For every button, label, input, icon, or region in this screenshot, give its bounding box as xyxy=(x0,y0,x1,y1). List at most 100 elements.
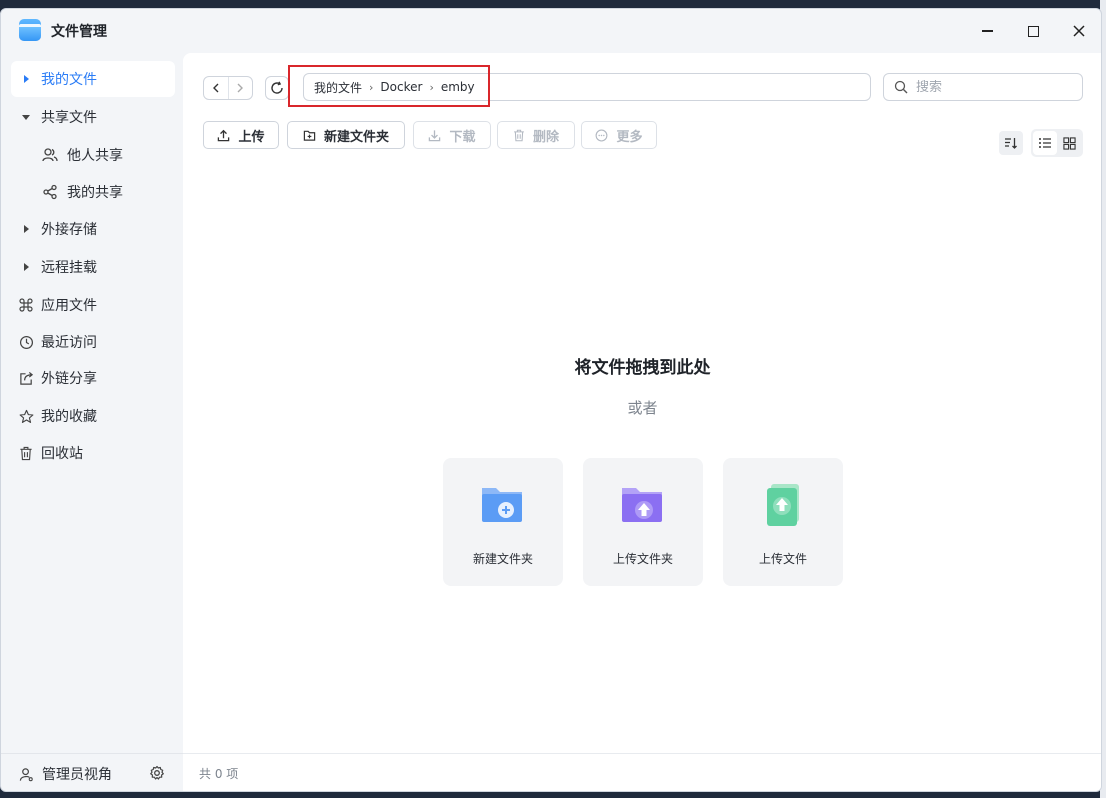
search-box[interactable] xyxy=(883,73,1083,101)
drop-zone-title: 将文件拖拽到此处 xyxy=(574,358,711,378)
sidebar-item-label: 远程挂载 xyxy=(41,260,97,276)
sidebar-item-recycle-bin[interactable]: 回收站 xyxy=(11,435,175,471)
maximize-button[interactable] xyxy=(1015,17,1051,45)
sidebar-item-label: 回收站 xyxy=(41,446,83,462)
clock-icon xyxy=(11,335,41,350)
download-button-label: 下载 xyxy=(449,129,476,145)
upload-button[interactable]: 上传 xyxy=(203,121,279,149)
main-panel: 我的文件 › Docker › emby 上传 新建文件夹 下载 删除 xyxy=(183,53,1101,791)
sort-button[interactable] xyxy=(999,131,1023,155)
people-icon xyxy=(33,147,67,163)
minimize-button[interactable] xyxy=(969,17,1005,45)
view-mode-toggle xyxy=(1031,129,1083,157)
trash-icon xyxy=(11,446,41,461)
sort-icon xyxy=(1005,138,1017,149)
sidebar-item-recent[interactable]: 最近访问 xyxy=(11,324,175,360)
share-icon xyxy=(33,184,67,200)
breadcrumb-separator-icon: › xyxy=(429,80,434,94)
sidebar-item-external-storage[interactable]: 外接存储 xyxy=(11,211,175,247)
list-view-button[interactable] xyxy=(1033,131,1057,155)
item-count: 共 0 项 xyxy=(199,767,239,781)
sidebar-item-label: 我的收藏 xyxy=(41,409,97,425)
download-icon xyxy=(429,129,441,141)
app-title: 文件管理 xyxy=(51,24,107,40)
title-bar: 文件管理 xyxy=(1,9,1101,53)
sidebar-item-label: 外接存储 xyxy=(41,222,97,238)
refresh-button[interactable] xyxy=(265,76,289,100)
trash-icon xyxy=(514,129,524,141)
status-bar: 共 0 项 xyxy=(183,753,1101,791)
new-folder-icon xyxy=(303,130,316,141)
grid-view-button[interactable] xyxy=(1057,131,1081,155)
upload-file-card[interactable]: 上传文件 xyxy=(723,458,843,586)
close-icon xyxy=(1073,25,1085,37)
file-manager-window: 文件管理 我的文件 共享文件 他人共享 我的共享 外接存储 远程挂载 应用文件 … xyxy=(0,8,1102,792)
chevron-right-icon xyxy=(237,83,244,93)
sidebar-item-label: 最近访问 xyxy=(41,335,97,351)
caret-right-icon xyxy=(11,75,41,83)
new-folder-card-label: 新建文件夹 xyxy=(472,552,533,566)
star-icon xyxy=(11,409,41,424)
history-nav xyxy=(203,76,253,100)
caret-right-icon xyxy=(11,263,41,271)
list-icon xyxy=(1039,138,1051,148)
chevron-left-icon xyxy=(212,83,219,93)
more-button[interactable]: 更多 xyxy=(581,121,657,149)
new-folder-card-icon xyxy=(478,480,528,530)
close-button[interactable] xyxy=(1061,17,1097,45)
admin-user-icon xyxy=(19,767,33,781)
breadcrumb-item-my-files[interactable]: 我的文件 xyxy=(314,79,362,96)
sidebar-item-label: 应用文件 xyxy=(41,298,97,314)
sidebar-item-label: 他人共享 xyxy=(67,148,123,164)
external-share-icon xyxy=(11,371,41,386)
sidebar-item-app-files[interactable]: 应用文件 xyxy=(11,287,175,323)
sidebar-item-label: 外链分享 xyxy=(41,371,97,387)
forward-button[interactable] xyxy=(227,77,253,99)
upload-folder-card-label: 上传文件夹 xyxy=(612,552,673,566)
new-folder-button-label: 新建文件夹 xyxy=(323,129,389,145)
delete-button[interactable]: 删除 xyxy=(497,121,575,149)
sidebar: 我的文件 共享文件 他人共享 我的共享 外接存储 远程挂载 应用文件 最近访问 … xyxy=(1,53,183,791)
sidebar-footer: 管理员视角 xyxy=(1,753,183,791)
breadcrumb-item-emby[interactable]: emby xyxy=(441,80,475,94)
upload-icon xyxy=(218,129,230,141)
admin-view-label: 管理员视角 xyxy=(42,767,112,783)
admin-view-toggle[interactable]: 管理员视角 xyxy=(19,764,112,784)
search-input[interactable] xyxy=(916,79,1066,95)
file-manager-app-icon xyxy=(19,19,41,41)
path-breadcrumb[interactable]: 我的文件 › Docker › emby xyxy=(303,73,871,101)
more-button-label: 更多 xyxy=(616,129,643,145)
search-icon xyxy=(894,80,908,94)
sidebar-item-shared-files[interactable]: 共享文件 xyxy=(11,99,175,135)
upload-folder-card[interactable]: 上传文件夹 xyxy=(583,458,703,586)
grid-icon xyxy=(1062,136,1076,150)
sidebar-item-remote-mount[interactable]: 远程挂载 xyxy=(11,249,175,285)
sidebar-item-my-files[interactable]: 我的文件 xyxy=(11,61,175,97)
sidebar-item-favorites[interactable]: 我的收藏 xyxy=(11,398,175,434)
settings-button[interactable] xyxy=(149,765,165,785)
sidebar-item-label: 共享文件 xyxy=(41,110,97,126)
sidebar-item-external-links[interactable]: 外链分享 xyxy=(11,360,175,396)
sidebar-item-label: 我的文件 xyxy=(41,72,97,88)
command-icon xyxy=(11,298,41,312)
caret-down-icon xyxy=(11,114,41,120)
upload-file-card-icon xyxy=(758,480,808,530)
sidebar-item-shared-with-me[interactable]: 他人共享 xyxy=(11,137,175,173)
sidebar-item-label: 我的共享 xyxy=(67,185,123,201)
gear-icon xyxy=(150,765,164,780)
drop-zone-or-text: 或者 xyxy=(627,399,658,417)
refresh-icon xyxy=(271,81,283,94)
sidebar-item-my-shares[interactable]: 我的共享 xyxy=(11,174,175,210)
upload-folder-card-icon xyxy=(618,480,668,530)
caret-right-icon xyxy=(11,225,41,233)
more-icon xyxy=(596,129,608,141)
delete-button-label: 删除 xyxy=(532,129,559,145)
breadcrumb-item-docker[interactable]: Docker xyxy=(380,80,422,94)
breadcrumb-separator-icon: › xyxy=(369,80,374,94)
download-button[interactable]: 下载 xyxy=(413,121,491,149)
new-folder-card[interactable]: 新建文件夹 xyxy=(443,458,563,586)
back-button[interactable] xyxy=(204,77,228,99)
upload-file-card-label: 上传文件 xyxy=(758,552,807,566)
upload-button-label: 上传 xyxy=(238,129,265,145)
new-folder-button[interactable]: 新建文件夹 xyxy=(287,121,405,149)
